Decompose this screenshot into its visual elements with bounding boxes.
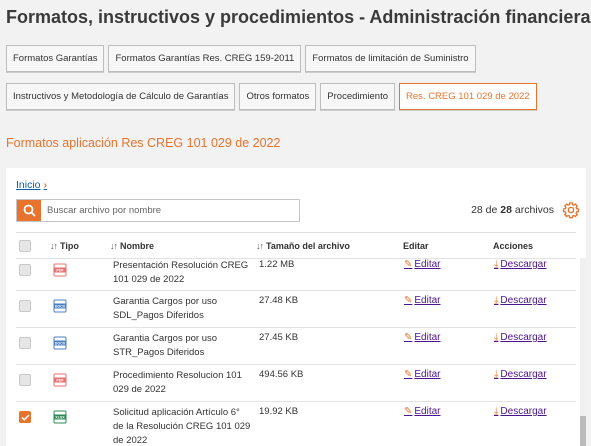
header-size[interactable]: ↓↑ Tamaño del archivo xyxy=(256,241,350,251)
table-row[interactable]: DOCX Garantia Cargos por uso SDL_Pagos D… xyxy=(16,290,576,327)
pdf-file-icon: PDF xyxy=(53,263,67,277)
table-row[interactable]: PDF Presentación Resolución CREG 101 029… xyxy=(16,258,576,290)
tab-res-creg-101-029[interactable]: Res. CREG 101 029 de 2022 xyxy=(399,83,537,110)
file-count-prefix: 28 de xyxy=(471,204,498,216)
edit-link[interactable]: ✎ Editar xyxy=(404,259,441,270)
download-link[interactable]: ⤓ Descargar xyxy=(494,332,547,343)
pdf-file-icon: PDF xyxy=(53,373,67,387)
file-size: 494.56 KB xyxy=(259,369,304,380)
table-row[interactable]: XLSX Solicitud aplicación Artículo 6° de… xyxy=(16,401,576,446)
file-size: 19.92 KB xyxy=(259,406,299,417)
download-link[interactable]: ⤓ Descargar xyxy=(494,369,547,380)
file-name[interactable]: Presentación Resolución CREG 101 029 de … xyxy=(113,259,253,287)
table-row[interactable]: PDF Procedimiento Resolucion 101 029 de … xyxy=(16,364,576,401)
section-title: Formatos aplicación Res CREG 101 029 de … xyxy=(6,136,281,150)
edit-link[interactable]: ✎ Editar xyxy=(404,332,441,343)
xlsx-file-icon: XLSX xyxy=(53,410,67,424)
file-size: 27.45 KB xyxy=(259,332,299,343)
file-count-total: 28 xyxy=(500,204,512,216)
download-icon: ⤓ xyxy=(494,259,499,270)
download-icon: ⤓ xyxy=(494,332,499,343)
scrollbar-thumb[interactable] xyxy=(580,416,586,446)
download-link[interactable]: ⤓ Descargar xyxy=(494,259,547,270)
tab-otros-formatos[interactable]: Otros formatos xyxy=(239,83,317,110)
docx-file-icon: DOCX xyxy=(53,336,67,350)
header-edit: Editar xyxy=(403,241,429,251)
search-input[interactable] xyxy=(41,200,299,221)
header-type[interactable]: ↓↑ Tipo xyxy=(50,241,79,251)
header-name[interactable]: ↓↑ Nombre xyxy=(110,241,154,251)
row-checkbox[interactable] xyxy=(19,411,31,423)
svg-text:DOCX: DOCX xyxy=(55,305,66,309)
download-icon: ⤓ xyxy=(494,369,499,380)
edit-link[interactable]: ✎ Editar xyxy=(404,295,441,306)
edit-icon: ✎ xyxy=(404,295,413,306)
download-icon: ⤓ xyxy=(494,295,499,306)
file-name[interactable]: Garantia Cargos por uso SDL_Pagos Diferi… xyxy=(113,295,253,323)
table-row[interactable]: DOCX Garantia Cargos por uso STR_Pagos D… xyxy=(16,327,576,364)
file-name[interactable]: Procedimiento Resolucion 101 029 de 2022 xyxy=(113,369,253,397)
page-title: Formatos, instructivos y procedimientos … xyxy=(6,7,591,27)
sort-icon: ↓↑ xyxy=(50,241,58,251)
chevron-right-icon: › xyxy=(43,179,48,191)
file-name[interactable]: Solicitud aplicación Artículo 6° de la R… xyxy=(113,406,253,446)
download-link[interactable]: ⤓ Descargar xyxy=(494,295,547,306)
sort-icon: ↓↑ xyxy=(256,241,264,251)
edit-icon: ✎ xyxy=(404,406,413,417)
file-name[interactable]: Garantia Cargos por uso STR_Pagos Diferi… xyxy=(113,332,253,360)
file-size: 27.48 KB xyxy=(259,295,299,306)
edit-link[interactable]: ✎ Editar xyxy=(404,369,441,380)
sort-icon: ↓↑ xyxy=(110,241,118,251)
svg-text:PDF: PDF xyxy=(56,269,64,273)
row-checkbox[interactable] xyxy=(19,337,31,349)
search-box xyxy=(16,199,300,222)
file-browser-panel: Inicio › 28 de 28 archivos ↓↑Tipo ↓↑Nomb… xyxy=(6,168,586,446)
file-count-suffix: archivos xyxy=(514,204,554,216)
search-button[interactable] xyxy=(17,200,41,221)
gear-icon[interactable] xyxy=(562,201,580,219)
search-icon xyxy=(23,204,36,217)
file-count: 28 de 28 archivos xyxy=(471,204,554,216)
row-checkbox[interactable] xyxy=(19,374,31,386)
breadcrumb-home[interactable]: Inicio xyxy=(16,179,41,191)
table-header: ↓↑ Tipo ↓↑ Nombre ↓↑ Tamaño del archivo Edi… xyxy=(16,232,576,258)
row-checkbox[interactable] xyxy=(19,264,31,276)
tab-formatos-garantias[interactable]: Formatos Garantías xyxy=(6,45,105,72)
download-link[interactable]: ⤓ Descargar xyxy=(494,406,547,417)
tabs-row-2: Instructivos y Metodología de Cálculo de… xyxy=(6,83,537,110)
edit-icon: ✎ xyxy=(404,332,413,343)
edit-icon: ✎ xyxy=(404,259,413,270)
header-actions: Acciones xyxy=(493,241,534,251)
svg-text:PDF: PDF xyxy=(56,379,64,383)
edit-link[interactable]: ✎ Editar xyxy=(404,406,441,417)
file-table: ↓↑ Tipo ↓↑ Nombre ↓↑ Tamaño del archivo Edi… xyxy=(16,232,576,446)
tab-procedimiento[interactable]: Procedimiento xyxy=(320,83,396,110)
row-checkbox[interactable] xyxy=(19,300,31,312)
tab-formatos-garantias-creg-159[interactable]: Formatos Garantías Res. CREG 159-2011 xyxy=(108,45,302,72)
svg-text:DOCX: DOCX xyxy=(55,342,66,346)
docx-file-icon: DOCX xyxy=(53,299,67,313)
edit-icon: ✎ xyxy=(404,369,413,380)
file-size: 1.22 MB xyxy=(259,259,295,270)
download-icon: ⤓ xyxy=(494,406,499,417)
tab-instructivos-metodologia[interactable]: Instructivos y Metodología de Cálculo de… xyxy=(6,83,236,110)
svg-text:XLSX: XLSX xyxy=(55,416,65,420)
tabs-row-1: Formatos Garantías Formatos Garantías Re… xyxy=(6,45,476,72)
breadcrumb[interactable]: Inicio › xyxy=(16,179,47,191)
select-all-checkbox[interactable] xyxy=(19,240,31,252)
tab-formatos-limitacion-suministro[interactable]: Formatos de limitación de Suministro xyxy=(305,45,476,72)
